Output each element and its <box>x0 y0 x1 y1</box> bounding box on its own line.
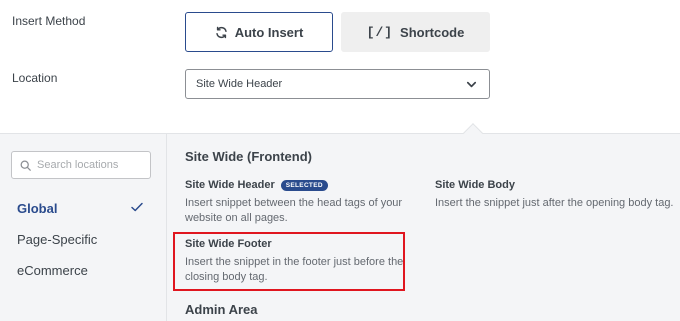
search-icon <box>20 160 31 171</box>
location-options: Site Wide (Frontend) Site Wide Header SE… <box>167 134 680 321</box>
shortcode-icon: [/] <box>366 24 394 40</box>
location-title-text: Site Wide Header <box>185 179 275 191</box>
search-locations-box[interactable] <box>11 151 151 179</box>
shortcode-button[interactable]: [/] Shortcode <box>341 12 490 52</box>
insert-settings-area: Insert Method Auto Insert [/] Shortcode … <box>0 0 680 133</box>
location-option-description: Insert the snippet in the footer just be… <box>185 256 404 283</box>
checkmark-icon <box>131 202 143 212</box>
insert-method-label: Insert Method <box>12 14 86 28</box>
sidebar-item-global[interactable]: Global <box>0 196 166 220</box>
location-option-title: Site Wide Body <box>435 179 515 191</box>
location-option-title: Site Wide Footer <box>185 238 272 250</box>
location-select-value: Site Wide Header <box>196 78 283 90</box>
location-dropdown-panel: Global Page-Specific eCommerce Site Wide… <box>0 133 680 321</box>
location-label: Location <box>12 71 58 85</box>
location-option-site-wide-body[interactable]: Site Wide Body Insert the snippet just a… <box>435 179 675 211</box>
refresh-icon <box>215 26 227 38</box>
section-title-frontend: Site Wide (Frontend) <box>185 149 312 164</box>
location-option-title: Site Wide Header SELECTED <box>185 179 405 191</box>
search-locations-input[interactable] <box>37 159 137 171</box>
location-option-site-wide-header[interactable]: Site Wide Header SELECTED Insert snippet… <box>185 179 405 226</box>
auto-insert-button[interactable]: Auto Insert <box>185 12 333 52</box>
chevron-down-icon <box>466 81 477 88</box>
selected-badge: SELECTED <box>280 179 328 191</box>
location-option-site-wide-footer[interactable]: Site Wide Footer Insert the snippet in t… <box>185 238 415 285</box>
section-title-admin: Admin Area <box>185 302 258 317</box>
sidebar-item-ecommerce[interactable]: eCommerce <box>0 258 166 282</box>
shortcode-label: Shortcode <box>400 24 465 40</box>
sidebar-item-label: Global <box>17 200 58 216</box>
sidebar-item-label: Page-Specific <box>17 231 98 247</box>
sidebar-item-page-specific[interactable]: Page-Specific <box>0 227 166 251</box>
location-select[interactable]: Site Wide Header <box>185 69 490 99</box>
sidebar-item-label: eCommerce <box>17 262 88 278</box>
location-sidebar: Global Page-Specific eCommerce <box>0 134 167 321</box>
location-option-description: Insert snippet between the head tags of … <box>185 197 403 224</box>
location-option-description: Insert the snippet just after the openin… <box>435 197 674 209</box>
auto-insert-label: Auto Insert <box>234 24 304 40</box>
